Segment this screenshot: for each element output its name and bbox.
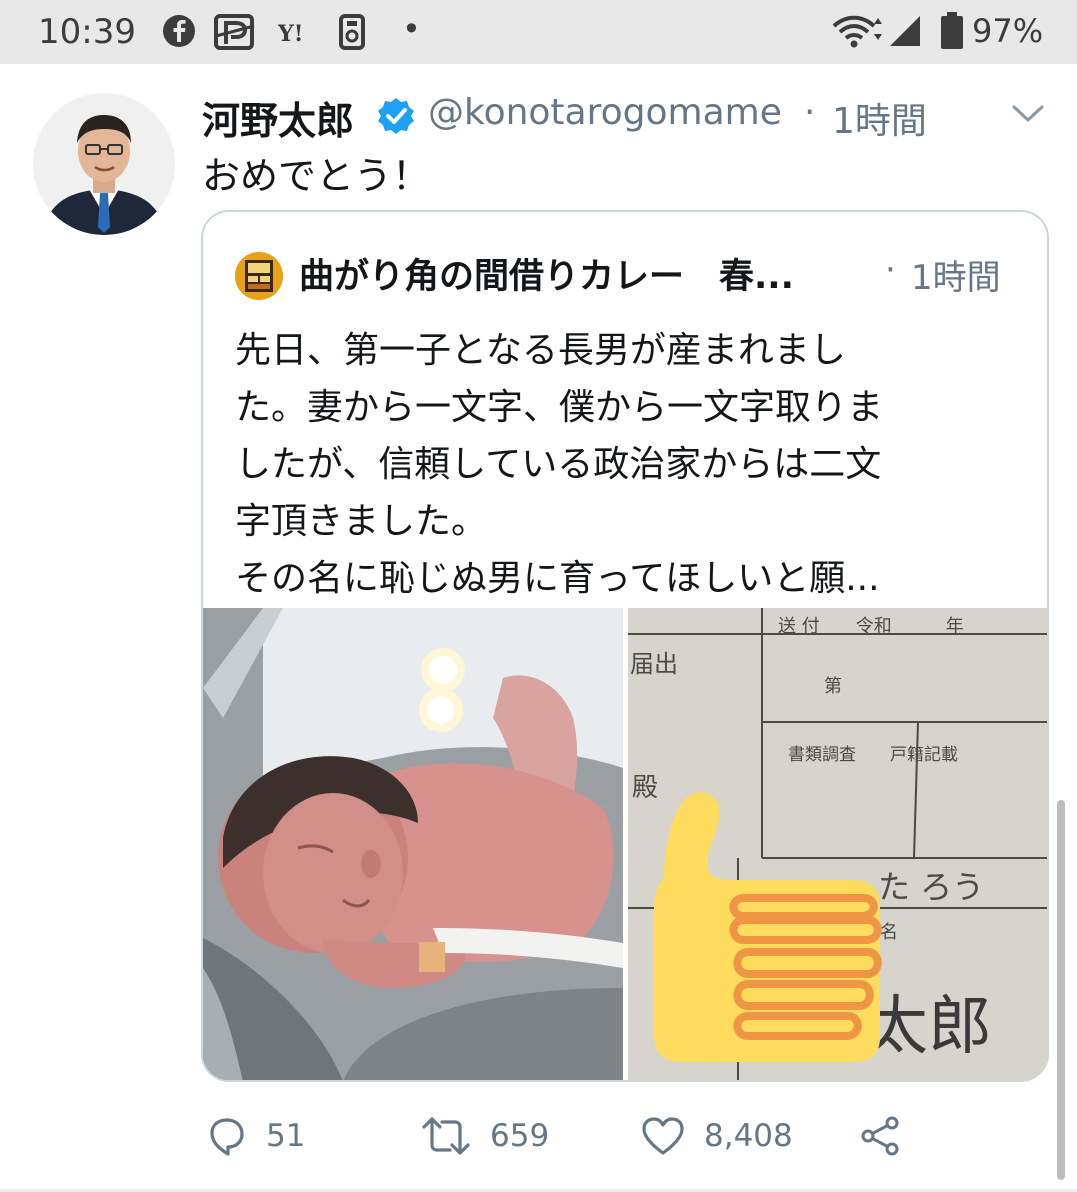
wifi-icon — [832, 15, 882, 48]
retweet-button[interactable]: 659 — [420, 1114, 549, 1158]
document-text: 太郎 — [864, 990, 992, 1064]
document-text: 届出 — [630, 650, 678, 678]
scrollbar[interactable] — [1057, 800, 1065, 1180]
quoted-time[interactable]: 1時間 — [911, 250, 1001, 299]
document-text: た ろう — [878, 868, 984, 906]
quoted-avatar-logo — [235, 252, 283, 300]
svg-text:Y!: Y! — [278, 21, 303, 47]
quoted-text-line: したが、信頼している政治家からは二文 — [235, 444, 882, 485]
verified-badge-icon — [378, 98, 414, 134]
signal-icon — [890, 16, 920, 46]
document-text: 送 付 令和 年 — [778, 616, 964, 637]
author-name[interactable]: 河野太郎 — [202, 90, 354, 145]
quoted-author-name[interactable]: 曲がり角の間借りカレー 春... — [299, 248, 794, 299]
retweet-count: 659 — [490, 1118, 550, 1154]
share-icon — [861, 1116, 899, 1156]
avatar-photo — [33, 93, 175, 235]
separator: · — [804, 92, 816, 133]
share-button[interactable] — [858, 1114, 902, 1158]
app-icon — [339, 14, 365, 50]
like-button[interactable]: 8,408 — [640, 1114, 793, 1158]
chevron-down-icon[interactable] — [1011, 102, 1045, 126]
retweet-icon — [422, 1117, 470, 1155]
battery-percent: 97% — [972, 12, 1044, 50]
status-time: 10:39 — [38, 12, 136, 52]
quoted-text: 先日、第一子となる長男が産まれまし た。妻から一文字、僕から一文字取りま したが… — [235, 322, 1035, 607]
quoted-text-line: 字頂きました。 — [235, 501, 488, 542]
quoted-tweet[interactable]: 曲がり角の間借りカレー 春... · 1時間 先日、第一子となる長男が産まれまし… — [201, 210, 1049, 1082]
reply-button[interactable]: 51 — [206, 1114, 305, 1158]
status-bar: 10:39 Y! • 97% — [0, 0, 1077, 64]
heart-icon — [642, 1117, 684, 1155]
notification-dot: • — [402, 10, 421, 48]
quoted-separator: · — [885, 250, 896, 290]
quoted-text-line: その名に恥じぬ男に育ってほしいと願... — [235, 558, 880, 599]
document-text: 書類調査 戸籍記載 — [788, 745, 958, 765]
quoted-text-line: 先日、第一子となる長男が産まれまし — [235, 330, 846, 371]
document-photo-image: 送 付 令和 年 届出 第 書類調査 戸籍記載 殿 た ろう 名 太郎 — [628, 608, 1047, 1080]
document-text: 殿 — [632, 773, 658, 803]
paypay-icon — [214, 14, 255, 50]
quoted-text-line: た。妻から一文字、僕から一文字取りま — [235, 387, 884, 428]
document-text: 第 — [824, 676, 842, 697]
reply-icon — [210, 1118, 244, 1156]
yahoo-icon: Y! — [278, 21, 303, 47]
quoted-avatar[interactable] — [235, 252, 283, 300]
baby-photo[interactable] — [203, 608, 623, 1080]
author-handle[interactable]: @konotarogomame — [428, 92, 782, 133]
battery-icon — [941, 12, 963, 49]
baby-photo-image — [203, 608, 623, 1080]
document-photo[interactable]: 送 付 令和 年 届出 第 書類調査 戸籍記載 殿 た ろう 名 太郎 — [628, 608, 1047, 1080]
avatar[interactable] — [33, 93, 175, 235]
facebook-icon — [163, 15, 195, 47]
reply-count: 51 — [266, 1118, 306, 1154]
tweet-text: おめでとう！ — [202, 154, 431, 198]
tweet-time[interactable]: 1時間 — [832, 92, 927, 144]
like-count: 8,408 — [704, 1118, 793, 1154]
document-text: 名 — [880, 922, 898, 943]
